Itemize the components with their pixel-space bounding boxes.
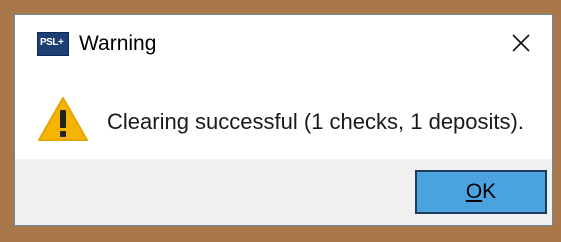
ok-button-mnemonic: O [465,180,483,203]
dialog-message: Clearing successful (1 checks, 1 deposit… [107,109,524,134]
app-logo-icon: PSL+ [37,32,69,56]
ok-button-label-rest: K [482,180,497,203]
warning-icon [38,97,88,141]
dialog-titlebar: PSL+ Warning [15,15,552,69]
close-button[interactable] [498,23,544,63]
dialog-title: Warning [79,32,157,55]
warning-dialog: PSL+ Warning Clearing successful (1 chec… [14,14,553,226]
ok-button[interactable]: OK [415,170,547,214]
dialog-footer: OK [15,159,552,225]
close-icon [512,34,530,52]
app-icon-text: PSL+ [40,37,64,48]
